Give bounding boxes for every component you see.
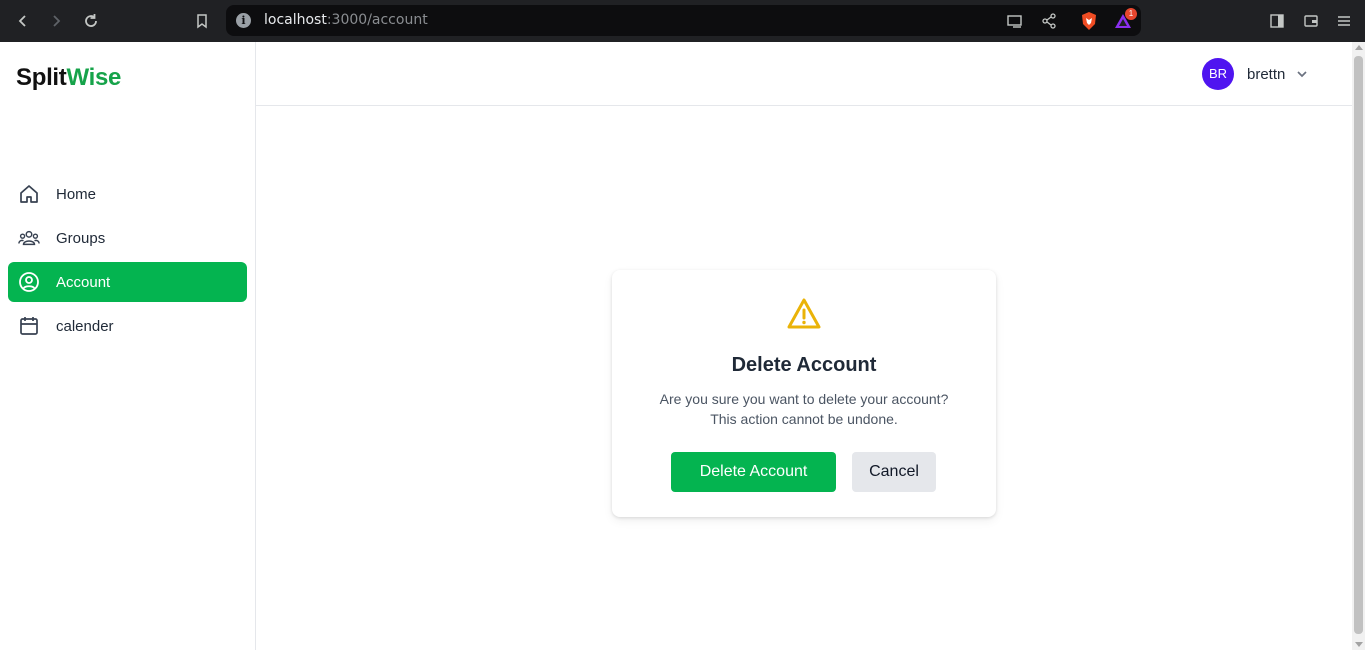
delete-account-button[interactable]: Delete Account [671, 452, 836, 492]
share-icon[interactable] [1038, 10, 1060, 32]
warning-icon [786, 296, 822, 332]
sidebar-item-label: Home [56, 185, 97, 203]
scrollbar-thumb[interactable] [1354, 56, 1363, 634]
scroll-down-arrow-icon[interactable] [1355, 642, 1363, 647]
sidebar-item-label: calender [56, 317, 114, 335]
username-label[interactable]: brettn [1247, 66, 1285, 83]
forward-button[interactable] [44, 9, 68, 33]
browser-toolbar: i localhost:3000/account 1 [0, 0, 1365, 42]
chevron-down-icon[interactable] [1294, 66, 1310, 82]
calendar-icon [18, 315, 40, 337]
site-info-icon[interactable]: i [236, 13, 251, 28]
sidebar-toggle-icon[interactable] [1265, 9, 1289, 33]
sidebar-nav: Home Groups Account calender [8, 174, 247, 350]
menu-icon[interactable] [1332, 9, 1356, 33]
scroll-up-arrow-icon[interactable] [1355, 45, 1363, 50]
dialog-message-line: This action cannot be undone. [710, 411, 898, 427]
scrollbar[interactable] [1352, 42, 1365, 650]
app-logo[interactable]: SplitWise [16, 64, 121, 92]
dialog-message-line: Are you sure you want to delete your acc… [659, 391, 949, 407]
cancel-button[interactable]: Cancel [852, 452, 936, 492]
bookmark-icon[interactable] [190, 9, 214, 33]
users-icon [18, 227, 40, 249]
rewards-badge: 1 [1125, 8, 1137, 20]
sidebar-item-calender[interactable]: calender [8, 306, 247, 346]
sidebar-item-home[interactable]: Home [8, 174, 247, 214]
user-circle-icon [18, 271, 40, 293]
sidebar-item-label: Account [56, 273, 111, 291]
dialog-title: Delete Account [731, 354, 877, 376]
address-bar[interactable]: i localhost:3000/account [226, 5, 1141, 36]
back-button[interactable] [11, 9, 35, 33]
top-header: BR brettn [256, 42, 1352, 106]
avatar[interactable]: BR [1202, 58, 1234, 90]
brave-shields-icon[interactable] [1078, 10, 1100, 32]
url-text: localhost:3000/account [264, 12, 428, 28]
reload-button[interactable] [79, 9, 103, 33]
wallet-icon[interactable] [1299, 9, 1323, 33]
sidebar-item-groups[interactable]: Groups [8, 218, 247, 258]
home-icon [18, 183, 40, 205]
sidebar-item-account[interactable]: Account [8, 262, 247, 302]
cast-icon[interactable] [1004, 10, 1026, 32]
delete-account-dialog: Delete Account Are you sure you want to … [612, 270, 996, 517]
sidebar: SplitWise Home Groups Account calender [0, 42, 256, 650]
dialog-message: Are you sure you want to delete your acc… [612, 389, 996, 429]
sidebar-item-label: Groups [56, 229, 106, 247]
